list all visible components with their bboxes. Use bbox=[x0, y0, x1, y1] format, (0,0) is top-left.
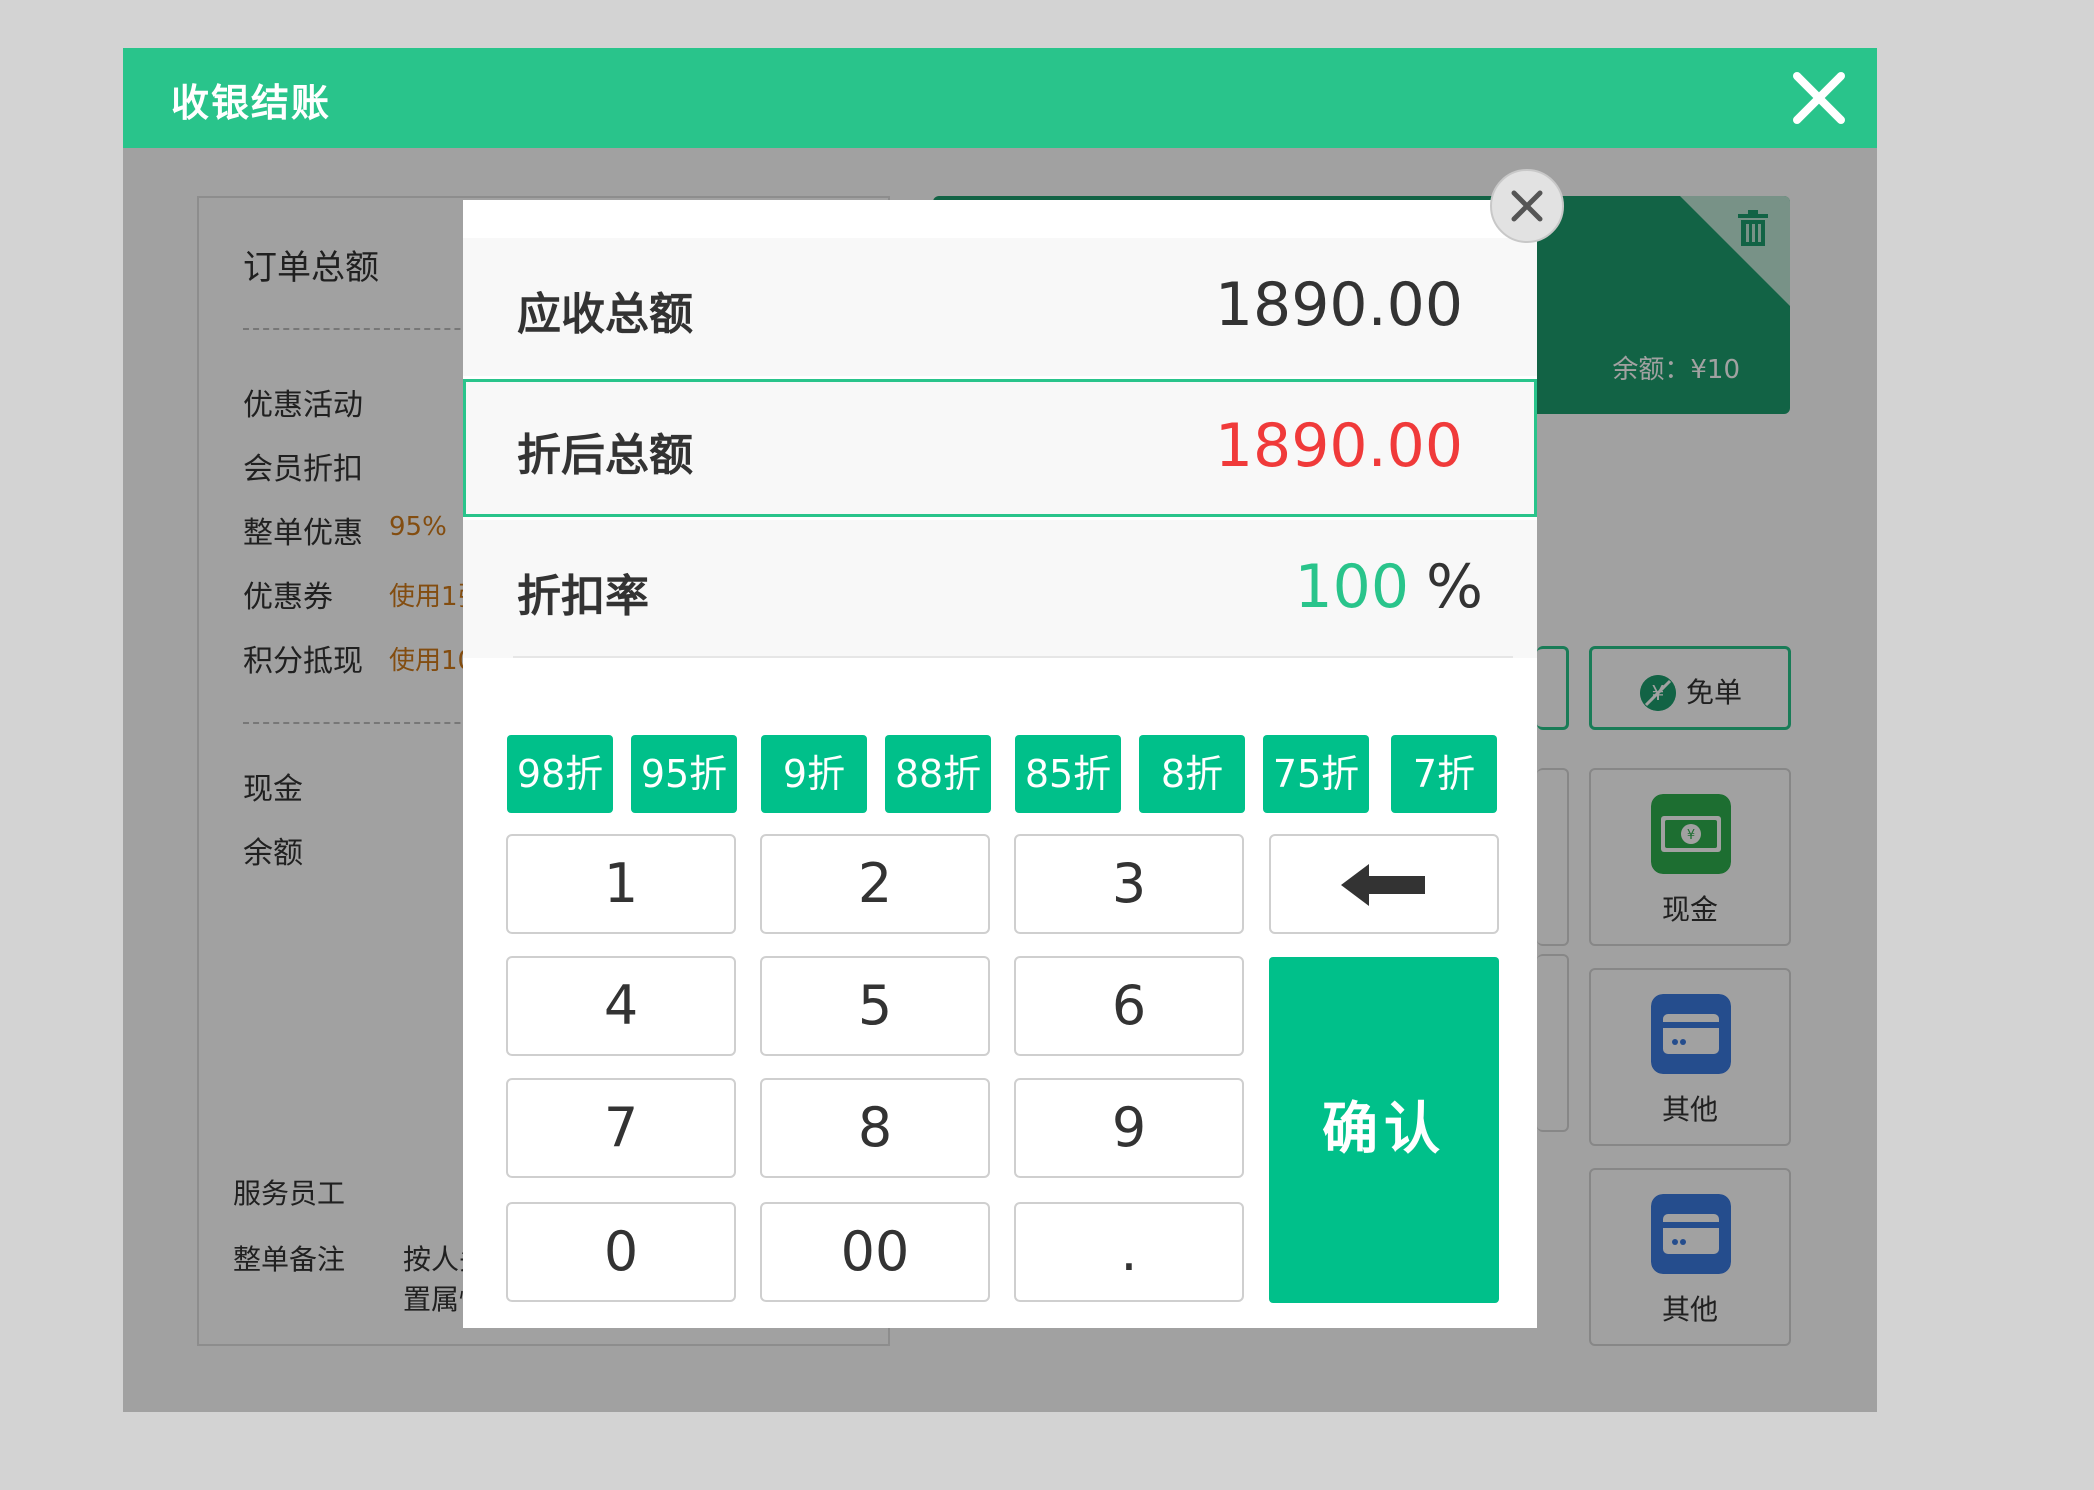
confirm-button[interactable]: 确认 bbox=[1269, 957, 1499, 1303]
key-5[interactable]: 5 bbox=[760, 956, 990, 1056]
discount-rate-unit: % bbox=[1425, 552, 1483, 622]
preset-90[interactable]: 9折 bbox=[761, 735, 867, 813]
key-6[interactable]: 6 bbox=[1014, 956, 1244, 1056]
discount-rate-value: 100 bbox=[1294, 552, 1409, 622]
key-9[interactable]: 9 bbox=[1014, 1078, 1244, 1178]
key-00[interactable]: 00 bbox=[760, 1202, 990, 1302]
key-8[interactable]: 8 bbox=[760, 1078, 990, 1178]
preset-70[interactable]: 7折 bbox=[1391, 735, 1497, 813]
close-icon[interactable] bbox=[1789, 68, 1849, 128]
window-header: 收银结账 bbox=[123, 48, 1877, 148]
discounted-total-label: 折后总额 bbox=[517, 430, 693, 481]
key-1[interactable]: 1 bbox=[506, 834, 736, 934]
preset-95[interactable]: 95折 bbox=[631, 735, 737, 813]
backspace-key[interactable] bbox=[1269, 834, 1499, 934]
close-icon bbox=[1511, 190, 1543, 222]
key-4[interactable]: 4 bbox=[506, 956, 736, 1056]
receivable-row: 应收总额 1890.00 bbox=[463, 238, 1537, 376]
preset-85[interactable]: 85折 bbox=[1015, 735, 1121, 813]
key-7[interactable]: 7 bbox=[506, 1078, 736, 1178]
backspace-arrow-icon bbox=[1341, 864, 1425, 906]
preset-88[interactable]: 88折 bbox=[885, 735, 991, 813]
receivable-label: 应收总额 bbox=[517, 289, 693, 340]
window-title: 收银结账 bbox=[171, 81, 332, 125]
key-2[interactable]: 2 bbox=[760, 834, 990, 934]
modal-close-button[interactable] bbox=[1490, 169, 1564, 243]
preset-80[interactable]: 8折 bbox=[1139, 735, 1245, 813]
divider bbox=[513, 656, 1513, 658]
discount-rate-row[interactable]: 折扣率 100 % bbox=[463, 520, 1537, 658]
receivable-value: 1890.00 bbox=[1214, 270, 1463, 340]
preset-75[interactable]: 75折 bbox=[1263, 735, 1369, 813]
discounted-total-row[interactable]: 折后总额 1890.00 bbox=[463, 379, 1537, 517]
discounted-total-value: 1890.00 bbox=[1214, 411, 1463, 481]
discount-rate-label: 折扣率 bbox=[517, 571, 649, 622]
key-3[interactable]: 3 bbox=[1014, 834, 1244, 934]
key-0[interactable]: 0 bbox=[506, 1202, 736, 1302]
preset-98[interactable]: 98折 bbox=[507, 735, 613, 813]
key-decimal[interactable]: . bbox=[1014, 1202, 1244, 1302]
discount-keypad-modal: 应收总额 1890.00 折后总额 1890.00 折扣率 100 % 98折 … bbox=[463, 200, 1537, 1328]
